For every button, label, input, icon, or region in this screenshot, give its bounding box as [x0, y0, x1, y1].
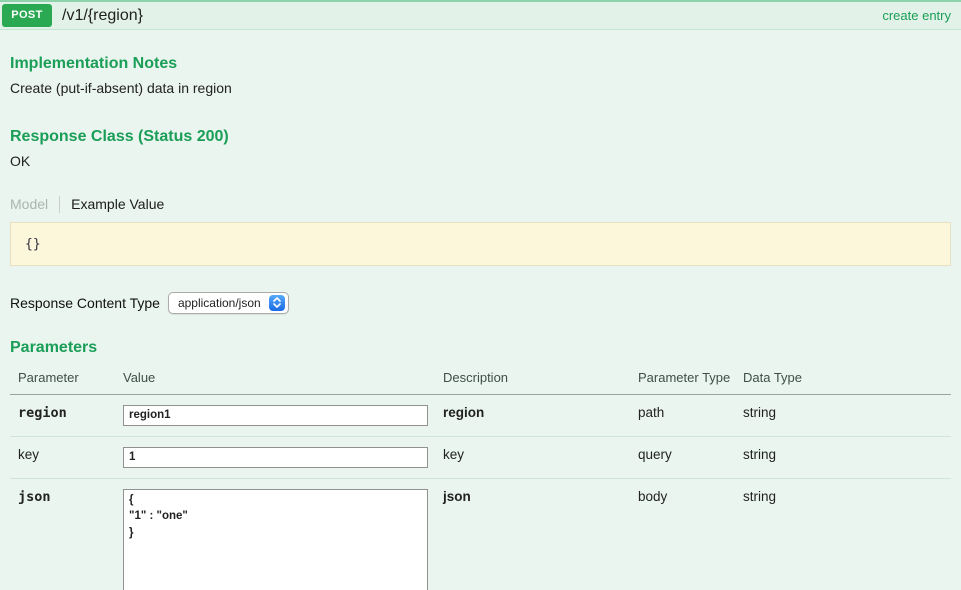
operation-panel: POST /v1/{region} create entry Implement… [0, 0, 961, 590]
param-data-type: string [743, 478, 951, 590]
operation-path-link[interactable]: /v1/{region} [62, 7, 143, 25]
param-data-type: string [743, 436, 951, 478]
create-entry-link[interactable]: create entry [882, 8, 951, 23]
col-header-description: Description [443, 365, 638, 395]
response-content-type-select[interactable]: application/json [168, 292, 289, 314]
param-type: query [638, 436, 743, 478]
param-description: key [443, 436, 638, 478]
tab-model[interactable]: Model [10, 196, 48, 212]
json-body-textarea[interactable]: { "1" : "one" } [123, 489, 428, 590]
response-class-heading: Response Class (Status 200) [10, 127, 951, 146]
col-header-parameter: Parameter [10, 365, 123, 395]
http-method-badge[interactable]: POST [2, 4, 52, 27]
implementation-notes-heading: Implementation Notes [10, 54, 951, 73]
param-description: json [443, 478, 638, 590]
operation-content: Implementation Notes Create (put-if-abse… [0, 54, 961, 590]
operation-header: POST /v1/{region} create entry [0, 0, 961, 30]
example-value-code: {} [25, 237, 41, 252]
col-header-value: Value [123, 365, 443, 395]
example-value-box: {} [10, 222, 951, 266]
param-data-type: string [743, 394, 951, 436]
col-header-data-type: Data Type [743, 365, 951, 395]
region-value-input[interactable] [123, 405, 428, 426]
col-header-parameter-type: Parameter Type [638, 365, 743, 395]
table-row-region: region region path string [10, 394, 951, 436]
response-content-type-label: Response Content Type [10, 295, 160, 311]
tab-divider [59, 196, 60, 213]
tab-example-value[interactable]: Example Value [71, 196, 164, 212]
param-type: path [638, 394, 743, 436]
param-name: json [10, 478, 123, 590]
param-description: region [443, 394, 638, 436]
response-content-type-row: Response Content Type application/json [10, 292, 951, 314]
response-class-text: OK [10, 152, 951, 172]
model-example-tabs: Model Example Value [10, 196, 951, 213]
param-type: body [638, 478, 743, 590]
implementation-notes-text: Create (put-if-absent) data in region [10, 79, 951, 99]
table-row-json: json { "1" : "one" } Parameter content t… [10, 478, 951, 590]
key-value-input[interactable] [123, 447, 428, 468]
response-content-type-value: application/json [178, 296, 261, 310]
table-row-key: key key query string [10, 436, 951, 478]
param-name: key [10, 436, 123, 478]
parameters-table: Parameter Value Description Parameter Ty… [10, 365, 951, 590]
chevron-up-down-icon [269, 295, 285, 311]
param-name: region [10, 394, 123, 436]
parameters-header-row: Parameter Value Description Parameter Ty… [10, 365, 951, 395]
parameters-heading: Parameters [10, 338, 951, 357]
